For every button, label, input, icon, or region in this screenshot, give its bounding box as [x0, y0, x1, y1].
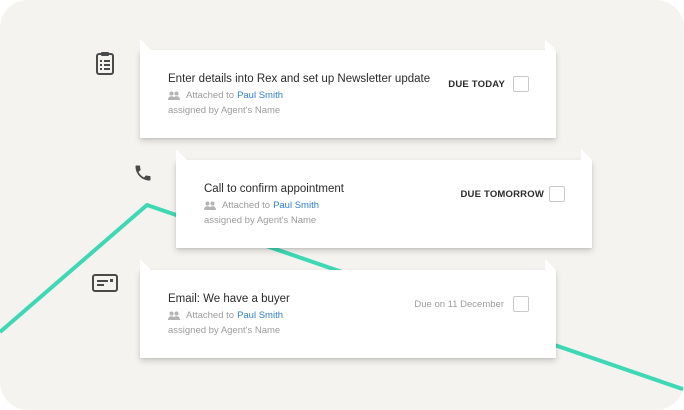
- due-date-label: Due on 11 December: [414, 299, 504, 310]
- task-title[interactable]: Call to confirm appointment: [204, 183, 344, 195]
- task-card[interactable]: Enter details into Rex and set up Newsle…: [140, 39, 556, 138]
- people-icon: [168, 91, 180, 100]
- attached-label: Attached to: [222, 200, 271, 211]
- contact-link[interactable]: Paul Smith: [273, 200, 319, 211]
- phone-icon: [130, 160, 156, 186]
- clipboard-icon: [92, 50, 118, 76]
- due-label: DUE TODAY: [448, 79, 505, 90]
- task-title[interactable]: Enter details into Rex and set up Newsle…: [168, 73, 430, 85]
- attached-label: Attached to: [186, 310, 235, 321]
- email-card-icon: [92, 270, 118, 296]
- attached-row: Attached to Paul Smith: [168, 310, 283, 321]
- contact-link[interactable]: Paul Smith: [237, 90, 283, 101]
- attached-row: Attached to Paul Smith: [204, 200, 319, 211]
- people-icon: [204, 201, 216, 210]
- attached-label: Attached to: [186, 90, 235, 101]
- assigned-by-text: assigned by Agent's Name: [168, 325, 281, 336]
- people-icon: [168, 311, 180, 320]
- complete-checkbox[interactable]: [549, 186, 565, 202]
- task-card[interactable]: Call to confirm appointment Attached to …: [176, 149, 592, 248]
- attached-row: Attached to Paul Smith: [168, 90, 283, 101]
- task-card[interactable]: Email: We have a buyer Attached to Paul …: [140, 259, 556, 358]
- assigned-by-text: assigned by Agent's Name: [168, 105, 281, 116]
- contact-link[interactable]: Paul Smith: [237, 310, 283, 321]
- complete-checkbox[interactable]: [513, 296, 529, 312]
- complete-checkbox[interactable]: [513, 76, 529, 92]
- due-label: DUE TOMORROW: [460, 189, 544, 200]
- task-title[interactable]: Email: We have a buyer: [168, 293, 290, 305]
- assigned-by-text: assigned by Agent's Name: [204, 215, 317, 226]
- task-timeline-panel: Enter details into Rex and set up Newsle…: [0, 0, 684, 410]
